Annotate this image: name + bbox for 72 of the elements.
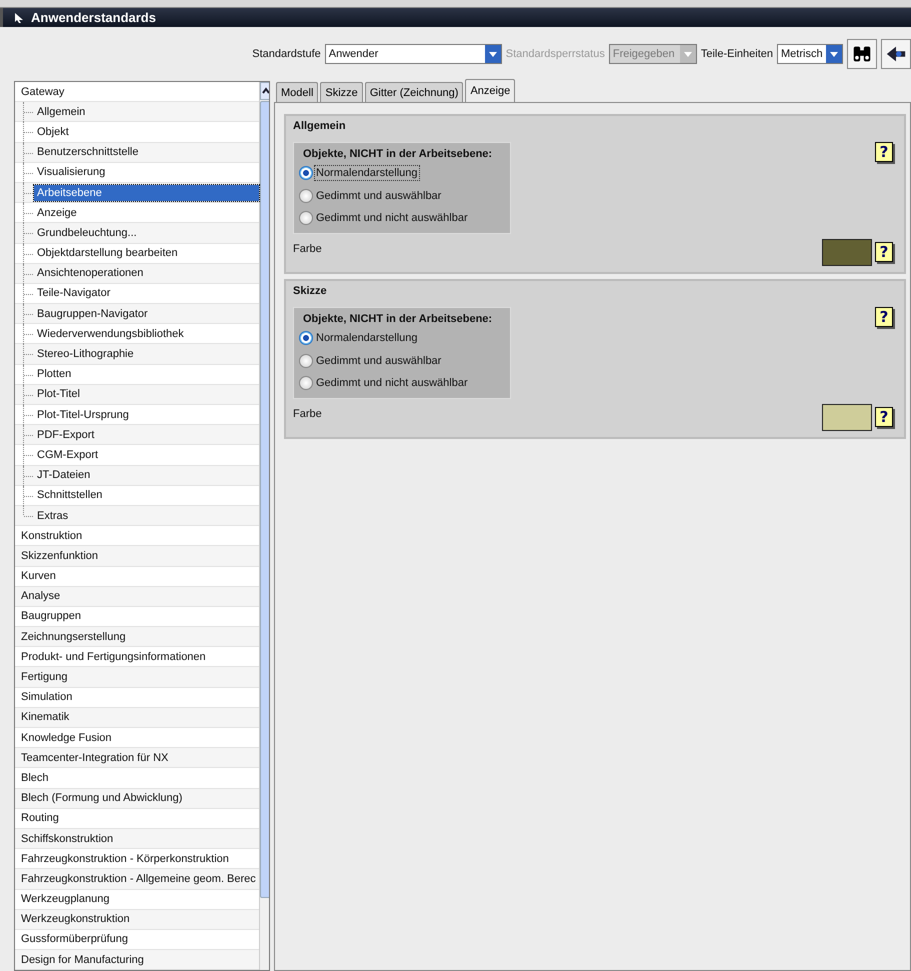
group-title: Objekte, NICHT in der Arbeitsebene:: [302, 148, 494, 160]
tree-item[interactable]: Kurven: [18, 568, 59, 584]
radio-label[interactable]: Normalendarstellung: [315, 331, 418, 346]
radio-label[interactable]: Normalendarstellung: [315, 166, 418, 180]
scroll-up-icon: [260, 86, 269, 96]
tree-item[interactable]: Plotten: [34, 366, 74, 382]
field-label: Standardstufe: [252, 48, 321, 60]
color-swatch[interactable]: [822, 404, 872, 430]
help-button[interactable]: ?: [875, 242, 893, 262]
tree-item[interactable]: Arbeitsebene: [34, 184, 259, 201]
radio-button[interactable]: [299, 166, 313, 180]
help-pointer-button[interactable]: [881, 39, 911, 69]
radio-label[interactable]: Gedimmt und auswählbar: [315, 354, 442, 368]
radio-button[interactable]: [299, 331, 313, 346]
tree-item[interactable]: Kinematik: [18, 709, 72, 726]
color-swatch[interactable]: [822, 238, 872, 266]
help-button[interactable]: ?: [875, 407, 893, 427]
tree-item[interactable]: Werkzeugplanung: [18, 891, 112, 908]
tree-item[interactable]: Konstruktion: [18, 528, 86, 544]
tab[interactable]: Modell: [276, 82, 318, 102]
tree-item[interactable]: Visualisierung: [34, 164, 108, 180]
help-button[interactable]: ?: [875, 307, 893, 327]
tree-item[interactable]: CGM-Export: [34, 446, 102, 463]
field-label: Teile-Einheiten: [700, 48, 773, 60]
radio-label[interactable]: Gedimmt und auswählbar: [315, 188, 442, 203]
tab[interactable]: Gitter (Zeichnung): [364, 82, 464, 102]
radio-label[interactable]: Gedimmt und nicht auswählbar: [315, 376, 469, 390]
radio-button[interactable]: [299, 354, 313, 368]
tree-item[interactable]: Gateway: [18, 84, 68, 100]
tree-item[interactable]: Simulation: [18, 689, 76, 706]
tree-item[interactable]: Analyse: [18, 588, 64, 604]
tree-item[interactable]: Allgemein: [34, 104, 88, 120]
dropdown-arrow-icon: [682, 49, 693, 59]
search-button[interactable]: [847, 39, 877, 69]
tree-item[interactable]: Produkt- und Fertigungsinformationen: [18, 648, 209, 665]
tree-item[interactable]: Routing: [18, 810, 62, 826]
radio-button[interactable]: [299, 188, 313, 203]
dropdown-arrow-icon: [829, 49, 839, 59]
tree-item[interactable]: Fertigung: [18, 669, 70, 686]
units-dropdown[interactable]: Metrisch: [777, 44, 843, 64]
field-label: Standardsperrstatus: [506, 48, 605, 60]
tree-item[interactable]: Gussformüberprüfung: [18, 931, 131, 948]
standard-level-dropdown[interactable]: Anwender: [324, 44, 502, 64]
section-title: Skizze: [293, 285, 328, 297]
group-title: Objekte, NICHT in der Arbeitsebene:: [302, 313, 494, 325]
radio-label[interactable]: Gedimmt und nicht auswählbar: [315, 211, 469, 226]
radio-button[interactable]: [299, 376, 313, 390]
help-button[interactable]: ?: [875, 142, 893, 162]
tree-item[interactable]: Wiederverwendungsbibliothek: [34, 326, 187, 342]
tree-item[interactable]: Schnittstellen: [34, 487, 106, 504]
window-icon: [13, 12, 25, 24]
section-title: Allgemein: [293, 120, 347, 132]
tree-item[interactable]: Anzeige: [34, 204, 80, 221]
tree-item[interactable]: Plot-Titel: [34, 386, 83, 402]
tree-item[interactable]: Blech: [18, 770, 52, 786]
radio-button[interactable]: [299, 211, 313, 226]
color-label: Farbe: [293, 242, 322, 254]
tab[interactable]: Skizze: [320, 82, 363, 102]
tree-item[interactable]: Teile-Navigator: [34, 285, 114, 302]
tree-item[interactable]: Knowledge Fusion: [18, 730, 115, 746]
dropdown-arrow-icon: [488, 49, 498, 59]
tab[interactable]: Anzeige: [465, 79, 516, 102]
tree-item[interactable]: Objekt: [34, 124, 72, 140]
tree-item[interactable]: Plot-Titel-Ursprung: [34, 406, 132, 423]
tree-item[interactable]: Baugruppen: [18, 608, 84, 624]
window-title: Anwenderstandards: [31, 10, 156, 25]
tree-item[interactable]: Extras: [34, 508, 72, 524]
tree-item[interactable]: JT-Dateien: [34, 467, 94, 484]
scrollbar[interactable]: [258, 82, 269, 970]
color-label: Farbe: [293, 406, 322, 420]
tree-item[interactable]: Objektdarstellung bearbeiten: [34, 245, 181, 262]
tree-item[interactable]: Fahrzeugkonstruktion - Körperkonstruktion: [18, 850, 232, 867]
